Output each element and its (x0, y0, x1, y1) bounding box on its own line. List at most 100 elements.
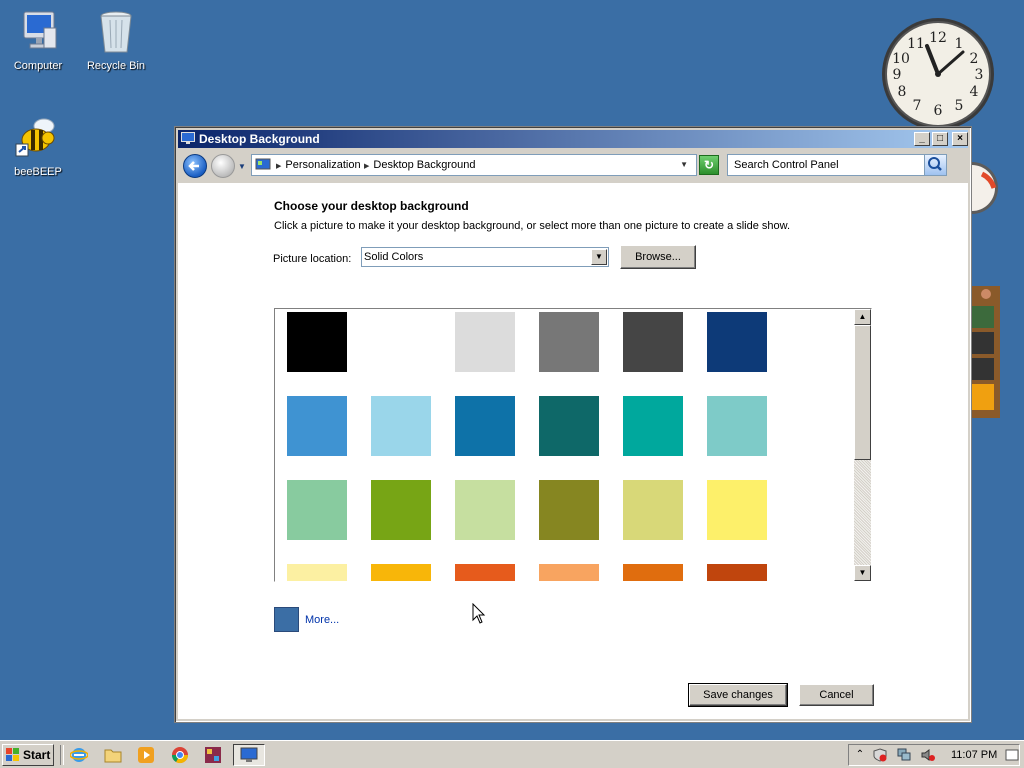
picture-location-select[interactable]: Solid Colors ▼ (361, 247, 609, 267)
color-swatch[interactable] (371, 312, 431, 372)
address-bar[interactable]: ▶ Personalization ▶ Desktop Background ▼ (251, 154, 697, 176)
scroll-up-button[interactable]: ▲ (854, 309, 871, 325)
color-swatch[interactable] (623, 564, 683, 581)
color-swatch[interactable] (707, 312, 767, 372)
color-gallery: ▲ ▼ (274, 308, 872, 582)
color-swatch[interactable] (539, 396, 599, 456)
instructions-text: Click a picture to make it your desktop … (274, 220, 791, 232)
chevron-up-icon[interactable]: ⌃ (853, 748, 867, 762)
control-panel-icon (240, 747, 258, 762)
arrow-left-icon (188, 161, 199, 171)
recent-pages-dropdown[interactable]: ▼ (238, 162, 246, 171)
monitor-icon (181, 132, 195, 144)
breadcrumb-label: Desktop Background (373, 159, 476, 171)
color-swatch[interactable] (287, 564, 347, 581)
archive-app-icon[interactable] (204, 746, 222, 764)
refresh-button[interactable]: ↻ (699, 155, 719, 175)
title-bar[interactable]: Desktop Background _ □ × (178, 130, 968, 148)
content-pane: Choose your desktop background Click a p… (178, 183, 968, 719)
scroll-thumb[interactable] (854, 325, 871, 460)
clock-number: 3 (975, 67, 984, 83)
color-swatch[interactable] (455, 396, 515, 456)
volume-muted-icon[interactable] (921, 748, 935, 762)
more-colors-link[interactable]: More... (305, 614, 339, 626)
picture-location-value: Solid Colors (364, 251, 424, 263)
color-swatch[interactable] (623, 396, 683, 456)
breadcrumb-label: Personalization (285, 159, 361, 171)
start-button[interactable]: Start (2, 744, 54, 766)
windows-flag-icon (6, 748, 19, 761)
desktop-icon-computer[interactable]: Computer (0, 8, 78, 72)
page-heading: Choose your desktop background (274, 199, 469, 213)
color-swatch[interactable] (539, 564, 599, 581)
clock-number: 6 (934, 103, 943, 119)
back-button[interactable] (183, 154, 207, 178)
address-dropdown-button[interactable]: ▼ (680, 155, 688, 175)
swatch-grid (275, 309, 855, 581)
clock-number: 10 (892, 51, 910, 67)
color-swatch[interactable] (455, 564, 515, 581)
clock-number: 8 (898, 84, 907, 100)
desktop-icon-beebeep[interactable]: beeBEEP (0, 114, 78, 178)
computer-icon (14, 8, 62, 56)
clock-number: 9 (893, 67, 902, 83)
clock-gadget[interactable]: 12 1 2 3 4 5 6 7 8 9 10 11 (875, 16, 1001, 134)
system-tray: ⌃ 11:07 PM (848, 744, 1020, 766)
clock-number: 11 (907, 36, 925, 52)
gallery-scrollbar[interactable]: ▲ ▼ (854, 309, 871, 581)
breadcrumb-arrow-icon: ▶ (364, 163, 370, 170)
color-swatch[interactable] (371, 480, 431, 540)
gauge-gadget[interactable] (946, 160, 1000, 216)
maximize-button[interactable]: □ (932, 132, 948, 146)
color-swatch[interactable] (287, 480, 347, 540)
search-button[interactable] (924, 155, 946, 175)
color-swatch[interactable] (287, 312, 347, 372)
taskbar-separator (60, 745, 64, 765)
taskbar: Start ⌃ 11:07 PM (0, 740, 1024, 768)
color-swatch[interactable] (707, 480, 767, 540)
search-input[interactable] (728, 155, 924, 175)
more-color-swatch[interactable] (274, 607, 299, 632)
taskbar-clock[interactable]: 11:07 PM (951, 745, 997, 765)
desktop-icon-label: Recycle Bin (86, 60, 146, 72)
chevron-down-icon[interactable]: ▼ (591, 249, 607, 265)
color-swatch[interactable] (623, 480, 683, 540)
meter-gadget[interactable] (968, 286, 1000, 418)
picture-location-label: Picture location: (273, 253, 352, 265)
search-box[interactable] (727, 154, 947, 176)
color-swatch[interactable] (455, 312, 515, 372)
color-swatch[interactable] (539, 480, 599, 540)
security-alert-icon[interactable] (873, 748, 887, 762)
clock-number: 4 (970, 84, 979, 100)
minimize-button[interactable]: _ (914, 132, 930, 146)
color-swatch[interactable] (707, 396, 767, 456)
scroll-down-button[interactable]: ▼ (854, 565, 871, 581)
color-swatch[interactable] (623, 312, 683, 372)
breadcrumb-desktop-background[interactable]: ▶ Desktop Background (364, 155, 476, 177)
internet-explorer-icon[interactable] (70, 746, 88, 764)
save-changes-button[interactable]: Save changes (688, 683, 788, 707)
color-swatch[interactable] (287, 396, 347, 456)
bee-icon (14, 114, 62, 162)
color-swatch[interactable] (455, 480, 515, 540)
close-button[interactable]: × (952, 132, 968, 146)
media-player-icon[interactable] (137, 746, 155, 764)
color-swatch[interactable] (371, 396, 431, 456)
chrome-icon[interactable] (171, 746, 189, 764)
recycle-bin-icon (92, 8, 140, 56)
mouse-cursor-icon (472, 603, 486, 624)
forward-button[interactable] (211, 154, 235, 178)
color-swatch[interactable] (371, 564, 431, 581)
clock-number: 1 (955, 36, 964, 52)
color-swatch[interactable] (707, 564, 767, 581)
folder-icon[interactable] (104, 746, 122, 764)
show-desktop-icon[interactable] (1005, 748, 1019, 762)
desktop-icon-recycle-bin[interactable]: Recycle Bin (76, 8, 156, 72)
color-swatch[interactable] (539, 312, 599, 372)
start-label: Start (23, 748, 51, 762)
cancel-button[interactable]: Cancel (799, 684, 874, 706)
browse-button[interactable]: Browse... (620, 245, 696, 269)
taskbar-window-desktop-background[interactable] (233, 744, 265, 766)
network-icon[interactable] (897, 748, 911, 762)
breadcrumb-personalization[interactable]: ▶ Personalization (276, 155, 361, 177)
